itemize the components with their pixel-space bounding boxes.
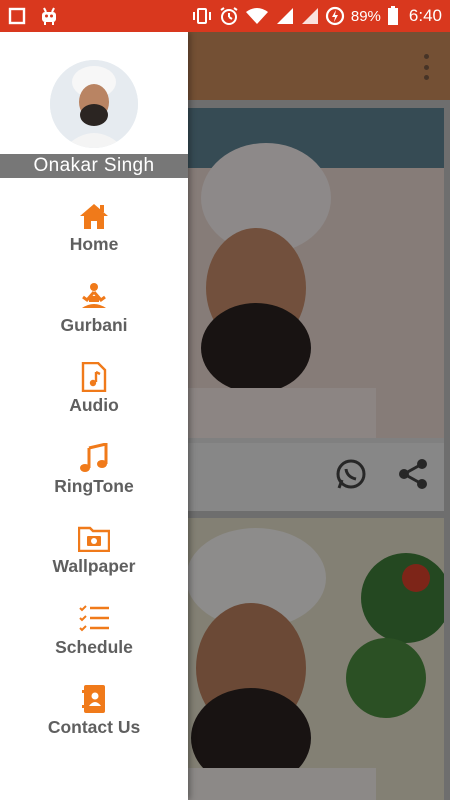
vibrate-icon: [191, 7, 213, 25]
menu-item-label: Home: [69, 234, 119, 254]
camera-folder-icon: [78, 522, 110, 554]
menu-item-home[interactable]: Home: [0, 192, 188, 273]
wifi-icon: [245, 7, 269, 25]
drawer-menu: Home Gurbani Audio RingTone Wallpaper Sc…: [0, 192, 188, 756]
menu-item-audio[interactable]: Audio: [0, 353, 188, 434]
alarm-icon: [219, 6, 239, 26]
clock: 6:40: [408, 6, 442, 25]
menu-item-label: Wallpaper: [52, 556, 136, 576]
status-bar: 89% 6:40: [0, 0, 450, 32]
battery-percentage: 89%: [350, 7, 381, 25]
avatar[interactable]: [50, 60, 138, 148]
data-saver-icon: [325, 6, 345, 26]
menu-item-gurbani[interactable]: Gurbani: [0, 273, 188, 354]
menu-item-label: Gurbani: [60, 314, 128, 335]
audio-file-icon: [78, 361, 110, 393]
user-name: Onakar Singh: [0, 154, 188, 178]
menu-item-label: RingTone: [54, 475, 134, 496]
menu-item-label: Audio: [69, 395, 119, 415]
music-note-icon: [78, 442, 110, 474]
roaming-icon: [301, 7, 319, 25]
menu-item-wallpaper[interactable]: Wallpaper: [0, 514, 188, 595]
battery-icon: [387, 6, 399, 26]
menu-item-label: Schedule: [55, 636, 133, 657]
navigation-drawer: Onakar Singh Home Gurbani Audio RingTone: [0, 32, 188, 800]
home-icon: [78, 200, 110, 232]
menu-item-schedule[interactable]: Schedule: [0, 595, 188, 676]
signal-icon: [275, 7, 295, 25]
checklist-icon: [78, 603, 110, 635]
menu-item-ringtone[interactable]: RingTone: [0, 434, 188, 515]
meditation-icon: [78, 281, 110, 313]
android-debug-icon: [38, 6, 60, 26]
menu-item-label: Contact Us: [47, 717, 141, 737]
stop-icon: [8, 7, 26, 25]
contact-book-icon: [78, 683, 110, 715]
menu-item-contact-us[interactable]: Contact Us: [0, 675, 188, 756]
drawer-header: Onakar Singh: [0, 32, 188, 178]
